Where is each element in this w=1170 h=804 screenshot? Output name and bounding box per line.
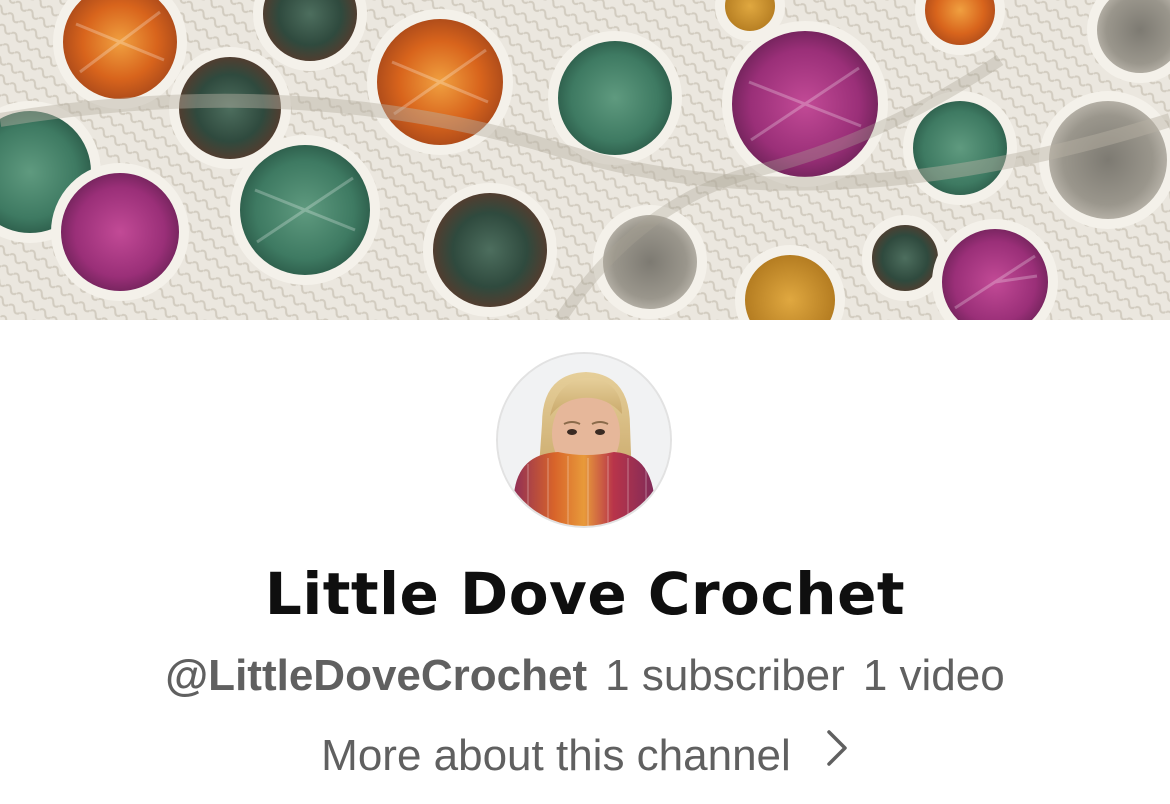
channel-handle: @LittleDoveCrochet	[165, 651, 588, 700]
profile-photo-avatar-icon	[498, 354, 670, 526]
channel-title: Little Dove Crochet	[264, 560, 906, 628]
more-about-channel-link[interactable]: More about this channel	[0, 728, 1170, 784]
subscriber-count: 1 subscriber	[605, 651, 845, 700]
channel-banner	[0, 0, 1170, 320]
video-count: 1 video	[862, 651, 1005, 700]
chevron-right-icon	[825, 726, 849, 782]
channel-meta-row: @LittleDoveCrochet 1 subscriber 1 video	[0, 648, 1170, 704]
more-about-channel-label: More about this channel	[321, 731, 791, 780]
channel-avatar[interactable]	[498, 354, 670, 526]
channel-header: Little Dove Crochet @LittleDoveCrochet 1 …	[0, 0, 1170, 804]
crochet-banner-image	[0, 0, 1170, 320]
